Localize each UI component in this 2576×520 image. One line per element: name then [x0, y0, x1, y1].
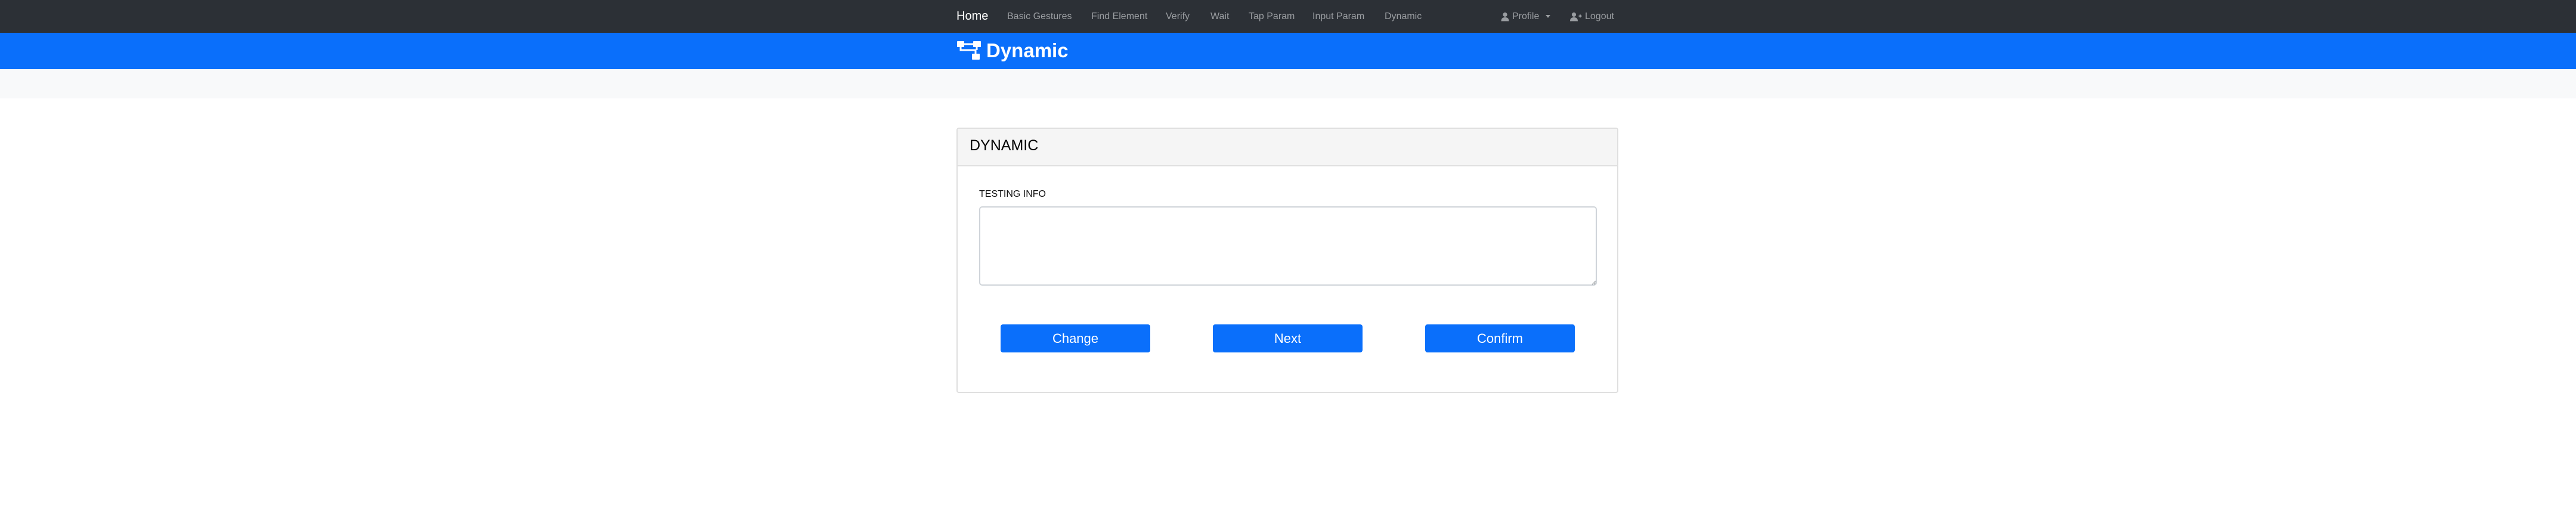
testing-info-textarea[interactable] [979, 206, 1597, 286]
nav-input-param[interactable]: Input Param [1312, 0, 1364, 33]
subheader-strip [0, 69, 2576, 98]
nav-home[interactable]: Home [956, 0, 988, 33]
nav-verify[interactable]: Verify [1166, 0, 1190, 33]
nav-wait[interactable]: Wait [1210, 0, 1229, 33]
nav-dynamic[interactable]: Dynamic [1385, 0, 1422, 33]
dynamic-card: DYNAMIC TESTING INFO Change Next Confirm [956, 128, 1618, 393]
next-button[interactable]: Next [1213, 324, 1363, 352]
nav-tap-param[interactable]: Tap Param [1249, 0, 1295, 33]
nav-find-element[interactable]: Find Element [1091, 0, 1147, 33]
user-icon [1501, 12, 1509, 21]
brand-title: Dynamic [986, 39, 1069, 61]
change-button[interactable]: Change [1001, 324, 1150, 352]
profile-label: Profile [1512, 11, 1540, 21]
nav-basic-gestures[interactable]: Basic Gestures [1007, 0, 1072, 33]
brand-bar: Dynamic [0, 33, 2576, 69]
brand[interactable]: Dynamic [956, 39, 1069, 63]
top-navbar: Home Basic Gestures Find Element Verify … [0, 0, 2576, 33]
card-title: DYNAMIC [970, 137, 1039, 154]
logout-label: Logout [1585, 11, 1614, 21]
sitemap-icon [957, 41, 981, 60]
profile-dropdown[interactable]: Profile [1501, 0, 1551, 33]
testing-info-label: TESTING INFO [979, 189, 1046, 199]
card-header: DYNAMIC [958, 129, 1617, 166]
logout-link[interactable]: Logout [1570, 0, 1614, 33]
user-plus-icon [1570, 12, 1582, 21]
resize-grip-icon[interactable] [1590, 279, 1596, 285]
caret-down-icon [1546, 15, 1551, 18]
confirm-button[interactable]: Confirm [1425, 324, 1575, 352]
